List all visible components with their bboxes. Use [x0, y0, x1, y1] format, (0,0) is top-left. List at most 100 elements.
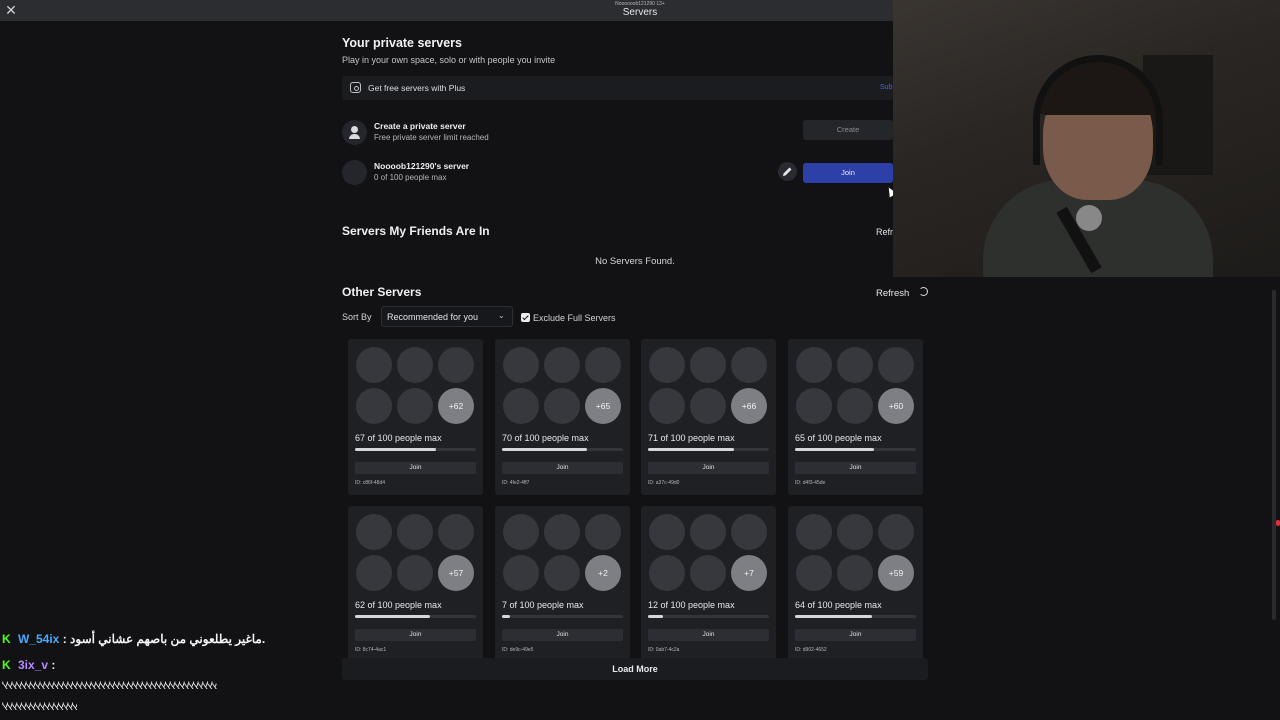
join-server-button[interactable]: Join: [502, 629, 623, 641]
server-card: +57 62 of 100 people max Join ID: 8c74-4ac1: [348, 506, 483, 662]
private-servers-subtitle: Play in your own space, solo or with peo…: [342, 55, 556, 65]
capacity-bar: [648, 615, 769, 618]
server-card: +7 12 of 100 people max Join ID: 0ab7-4c2a: [641, 506, 776, 662]
plus-banner[interactable]: Get free servers with Plus Sub: [342, 76, 893, 100]
more-players-badge: +66: [731, 388, 767, 424]
player-avatar: [837, 347, 873, 383]
server-id: ID: 0ab7-4c2a: [648, 647, 680, 653]
player-avatar: [544, 555, 580, 591]
plus-banner-text: Get free servers with Plus: [368, 83, 466, 93]
create-server-title: Create a private server: [374, 121, 466, 131]
player-avatar: [837, 514, 873, 550]
server-id: ID: d902-4652: [795, 647, 827, 653]
player-avatar: [397, 555, 433, 591]
more-players-badge: +2: [585, 555, 621, 591]
server-card: +59 64 of 100 people max Join ID: d902-4652: [788, 506, 923, 662]
kick-logo-icon: K: [2, 658, 11, 672]
private-server-capacity: 0 of 100 people max: [374, 173, 447, 182]
server-card: +62 67 of 100 people max Join ID: c86f-48d4: [348, 339, 483, 495]
refresh-icon[interactable]: [919, 287, 928, 296]
capacity-bar: [355, 615, 476, 618]
server-capacity: 12 of 100 people max: [648, 600, 735, 610]
join-private-server-button[interactable]: Join: [803, 163, 893, 183]
player-avatar: [796, 347, 832, 383]
plus-subscribe-link[interactable]: Sub: [880, 84, 892, 91]
join-server-button[interactable]: Join: [648, 462, 769, 474]
private-servers-heading: Your private servers: [342, 36, 462, 50]
player-avatar: [796, 555, 832, 591]
join-server-button[interactable]: Join: [795, 462, 916, 474]
player-avatar: [397, 514, 433, 550]
refresh-friends-button[interactable]: Refr: [876, 227, 893, 237]
player-avatar: [544, 388, 580, 424]
private-server-name: Noooob121290's server: [374, 161, 470, 171]
player-avatar: [544, 514, 580, 550]
join-server-button[interactable]: Join: [648, 629, 769, 641]
server-capacity: 65 of 100 people max: [795, 433, 882, 443]
join-server-button[interactable]: Join: [795, 629, 916, 641]
chat-username: W_54ix: [18, 632, 60, 646]
server-id: ID: de9c-49e5: [502, 647, 534, 653]
load-more-button[interactable]: Load More: [342, 658, 928, 680]
player-avatar: [796, 388, 832, 424]
edit-server-button[interactable]: [778, 162, 797, 181]
exclude-full-checkbox[interactable]: [521, 313, 530, 322]
chat-text: :: [48, 658, 56, 672]
player-avatar: [837, 388, 873, 424]
player-avatar: [356, 347, 392, 383]
server-capacity: 71 of 100 people max: [648, 433, 735, 443]
player-avatar: [397, 347, 433, 383]
create-button[interactable]: Create: [803, 120, 893, 140]
more-players-badge: +57: [438, 555, 474, 591]
capacity-bar: [795, 448, 916, 451]
add-person-icon: [342, 120, 367, 145]
more-players-badge: +62: [438, 388, 474, 424]
player-avatar: [503, 388, 539, 424]
capacity-bar: [795, 615, 916, 618]
join-server-button[interactable]: Join: [355, 629, 476, 641]
player-avatar: [649, 514, 685, 550]
server-capacity: 7 of 100 people max: [502, 600, 584, 610]
player-avatar: [397, 388, 433, 424]
player-avatar: [796, 514, 832, 550]
chat-message: K 3ix_v :: [2, 658, 55, 672]
server-capacity: 70 of 100 people max: [502, 433, 589, 443]
player-avatar: [585, 514, 621, 550]
other-servers-heading: Other Servers: [342, 285, 422, 299]
empty-state-text: No Servers Found.: [595, 256, 675, 267]
sort-dropdown[interactable]: Recommended for you ⌄: [381, 306, 513, 327]
server-card: +2 7 of 100 people max Join ID: de9c-49e5: [495, 506, 630, 662]
exclude-full-label[interactable]: Exclude Full Servers: [533, 313, 616, 323]
player-avatar: [356, 514, 392, 550]
player-avatar: [544, 347, 580, 383]
screen: ✕ Noooooob121290 13+ Servers Your privat…: [0, 0, 1280, 720]
scrollbar[interactable]: [1272, 290, 1276, 620]
server-id: ID: 8c74-4ac1: [355, 647, 387, 653]
player-avatar: [878, 514, 914, 550]
player-avatar: [690, 514, 726, 550]
chat-username: 3ix_v: [18, 658, 49, 672]
player-avatar: [837, 555, 873, 591]
player-avatar: [438, 514, 474, 550]
chat-text: : ماغير يطلعوني من باصهم عشاني أسود.: [59, 632, 266, 646]
more-players-badge: +7: [731, 555, 767, 591]
kick-logo-icon: K: [2, 632, 11, 646]
join-server-button[interactable]: Join: [502, 462, 623, 474]
create-private-server-row: Create a private server Free private ser…: [342, 118, 893, 146]
friends-servers-heading: Servers My Friends Are In: [342, 224, 490, 238]
server-id: ID: 4fe2-4ff7: [502, 480, 530, 486]
plus-badge-icon: [350, 82, 361, 93]
player-avatar: [356, 555, 392, 591]
join-server-button[interactable]: Join: [355, 462, 476, 474]
webcam-overlay: [893, 0, 1280, 277]
refresh-other-button[interactable]: Refresh: [876, 288, 909, 299]
capacity-bar-fill: [648, 448, 734, 451]
more-players-badge: +65: [585, 388, 621, 424]
capacity-bar-fill: [355, 448, 436, 451]
player-avatar: [731, 347, 767, 383]
player-avatar: [649, 347, 685, 383]
player-avatar: [438, 347, 474, 383]
player-avatar: [731, 514, 767, 550]
player-avatar: [690, 555, 726, 591]
server-id: ID: a37c-49d0: [648, 480, 680, 486]
